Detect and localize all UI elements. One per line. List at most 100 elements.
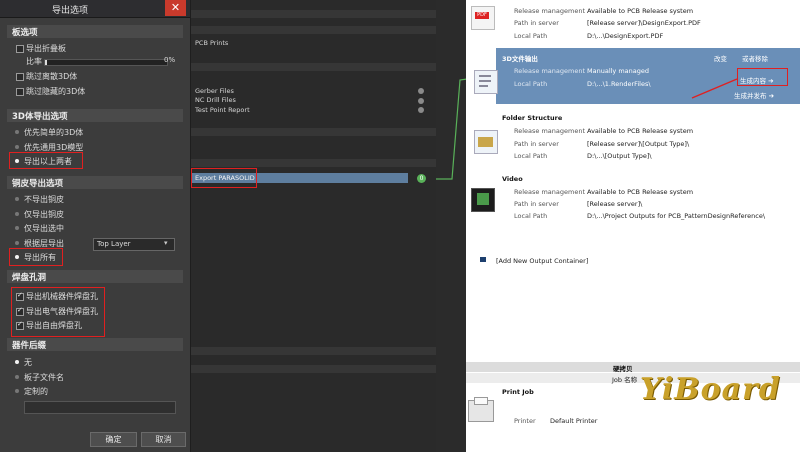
generate-publish-button[interactable]: 生成并发布 ➔	[734, 90, 774, 100]
red-highlight-box	[9, 248, 63, 266]
remove-link[interactable]: 或者移除	[742, 53, 768, 63]
close-button[interactable]: ✕	[165, 0, 186, 16]
ratio-slider-fill	[45, 60, 47, 65]
radio-dot[interactable]	[15, 212, 19, 216]
export-folded-checkbox[interactable]: 导出折叠板	[14, 43, 174, 55]
divider	[191, 347, 436, 355]
printer-label: Printer	[514, 417, 536, 425]
red-highlight-box	[191, 168, 257, 188]
container-title: Folder Structure	[502, 114, 563, 122]
selected-only-radio[interactable]: 仅导出选中	[12, 223, 172, 235]
connector-node[interactable]: 0	[417, 174, 426, 183]
document-icon	[474, 70, 498, 94]
radio-dot[interactable]	[15, 130, 19, 134]
checkbox-box[interactable]	[16, 88, 24, 96]
suffix-custom-radio[interactable]: 定制的	[12, 386, 172, 398]
ratio-row: 比率 0%	[14, 56, 179, 68]
section-board-label: 板选项	[12, 28, 38, 38]
row-label: Release management	[514, 67, 586, 75]
row-label: Release management	[514, 188, 586, 196]
section-copper: 铜皮导出选项	[7, 176, 183, 189]
section-copper-label: 铜皮导出选项	[12, 179, 64, 189]
ok-button[interactable]: 确定	[90, 432, 137, 447]
suffix-custom-label: 定制的	[24, 387, 48, 396]
checkbox-box[interactable]	[16, 45, 24, 53]
video-icon	[471, 188, 495, 212]
divider	[191, 26, 436, 34]
section-suffix-label: 器件后缀	[12, 341, 47, 351]
suffix-none-radio[interactable]: 无	[12, 357, 172, 369]
row-value: Available to PCB Release system	[587, 127, 694, 135]
row-label: Path in server	[514, 19, 559, 27]
section-3d: 3D体导出选项	[7, 109, 183, 122]
radio-dot[interactable]	[15, 197, 19, 201]
printer-icon	[468, 397, 494, 422]
ratio-slider[interactable]	[44, 59, 168, 66]
output-item-pcb-prints[interactable]: PCB Prints	[195, 39, 228, 47]
container-title: Video	[502, 175, 523, 183]
prefer-simple-radio[interactable]: 优先简单的3D体	[12, 127, 172, 139]
skip-free-3d-checkbox[interactable]: 跳过离散3D体	[14, 71, 174, 83]
row-value: [Release server]\DesignExport.PDF	[587, 19, 701, 27]
row-label: Local Path	[514, 80, 548, 88]
skip-hidden-3d-label: 跳过隐藏的3D体	[26, 87, 86, 96]
row-label: Local Path	[514, 32, 548, 40]
add-output-container-link[interactable]: [Add New Output Container]	[496, 257, 588, 265]
dialog-title-bar[interactable]: 导出选项 ✕	[0, 0, 190, 18]
section-3d-label: 3D体导出选项	[12, 112, 68, 122]
row-label: Local Path	[514, 212, 548, 220]
red-arrow	[691, 78, 738, 99]
radio-dot[interactable]	[15, 226, 19, 230]
printer-value: Default Printer	[550, 417, 598, 425]
radio-dot[interactable]	[15, 375, 19, 379]
output-item-nc-drill[interactable]: NC Drill Files	[195, 96, 236, 104]
pads-only-label: 仅导出铜皮	[24, 210, 64, 219]
radio-dot[interactable]	[15, 145, 19, 149]
change-link[interactable]: 改变	[714, 53, 727, 63]
folder-icon	[474, 130, 498, 154]
add-container-icon[interactable]	[480, 257, 486, 262]
output-item-test-point[interactable]: Test Point Report	[195, 106, 250, 114]
skip-hidden-3d-checkbox[interactable]: 跳过隐藏的3D体	[14, 86, 174, 98]
row-label: Release management	[514, 7, 586, 15]
export-folded-label: 导出折叠板	[26, 44, 66, 53]
print-job-title: Print Job	[502, 388, 534, 396]
pads-only-radio[interactable]: 仅导出铜皮	[12, 209, 172, 221]
suffix-board-filename-radio[interactable]: 板子文件名	[12, 372, 172, 384]
row-value: D:\...\Project Outputs for PCB_PatternDe…	[587, 212, 766, 220]
red-highlight-box	[737, 68, 788, 86]
hardcopy-header: 硬拷贝	[613, 365, 633, 373]
row-value: Available to PCB Release system	[587, 7, 694, 15]
row-value: D:\...\[Output Type]\	[587, 152, 652, 160]
checkbox-box[interactable]	[16, 73, 24, 81]
no-copper-radio[interactable]: 不导出铜皮	[12, 194, 172, 206]
divider	[191, 10, 436, 18]
row-value: D:\...\1.RenderFiles\	[587, 80, 651, 88]
row-label: Path in server	[514, 140, 559, 148]
radio-dot-selected[interactable]	[15, 360, 19, 364]
ratio-value: 0%	[164, 56, 176, 64]
section-board: 板选项	[7, 25, 183, 38]
suffix-board-filename-label: 板子文件名	[24, 373, 64, 382]
layer-dropdown[interactable]: Top Layer ▾	[93, 238, 175, 251]
cancel-button[interactable]: 取消	[141, 432, 186, 447]
radio-dot[interactable]	[15, 389, 19, 393]
hardcopy-header-bar: 硬拷贝	[466, 362, 800, 373]
divider	[191, 128, 436, 136]
chevron-down-icon[interactable]: ▾	[164, 239, 168, 247]
skip-free-3d-label: 跳过离散3D体	[26, 72, 78, 81]
custom-suffix-input[interactable]	[24, 401, 176, 414]
output-item-gerber[interactable]: Gerber Files	[195, 87, 234, 95]
no-copper-label: 不导出铜皮	[24, 195, 64, 204]
status-dot	[418, 98, 424, 104]
section-pad-holes: 焊盘孔洞	[7, 270, 183, 283]
selected-only-label: 仅导出选中	[24, 224, 64, 233]
status-dot	[418, 88, 424, 94]
prefer-simple-label: 优先简单的3D体	[24, 128, 84, 137]
export-options-dialog: 导出选项 ✕ 板选项 导出折叠板 比率 0% 跳过离散3D体 跳过隐藏的3D体 …	[0, 0, 191, 452]
output-list-panel: PCB Prints Gerber Files NC Drill Files T…	[191, 0, 436, 452]
dialog-title: 导出选项	[52, 6, 89, 16]
radio-dot[interactable]	[15, 241, 19, 245]
layer-dropdown-value: Top Layer	[97, 240, 131, 248]
section-pad-holes-label: 焊盘孔洞	[12, 273, 47, 283]
